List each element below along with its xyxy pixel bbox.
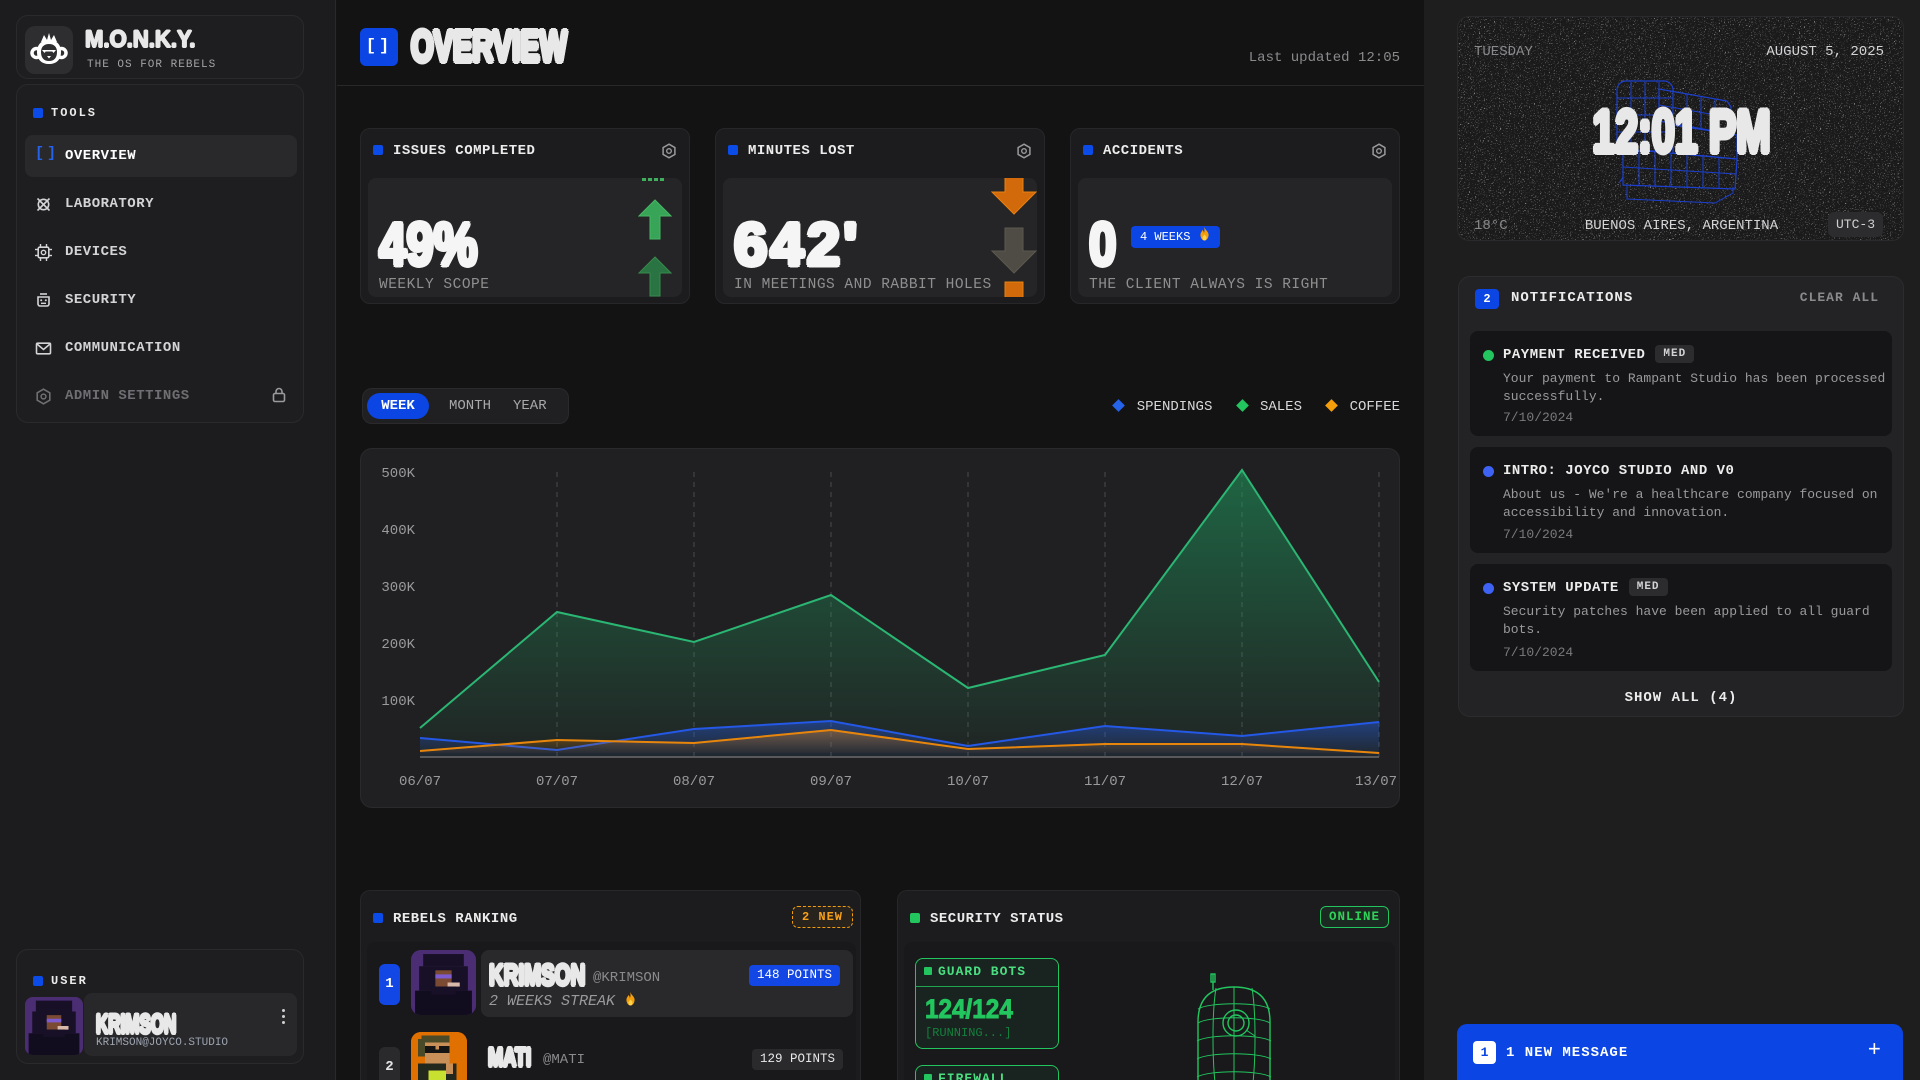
svg-text:100K: 100K [381,694,415,710]
svg-text:300K: 300K [381,580,415,596]
svg-text:06/07: 06/07 [399,774,441,790]
svg-text:09/07: 09/07 [810,774,852,790]
svg-text:400K: 400K [381,523,415,539]
svg-text:07/07: 07/07 [536,774,578,790]
svg-text:11/07: 11/07 [1084,774,1126,790]
svg-text:08/07: 08/07 [673,774,715,790]
svg-text:13/07: 13/07 [1355,774,1397,790]
svg-text:12/07: 12/07 [1221,774,1263,790]
svg-text:10/07: 10/07 [947,774,989,790]
svg-text:500K: 500K [381,466,415,482]
svg-text:200K: 200K [381,637,415,653]
